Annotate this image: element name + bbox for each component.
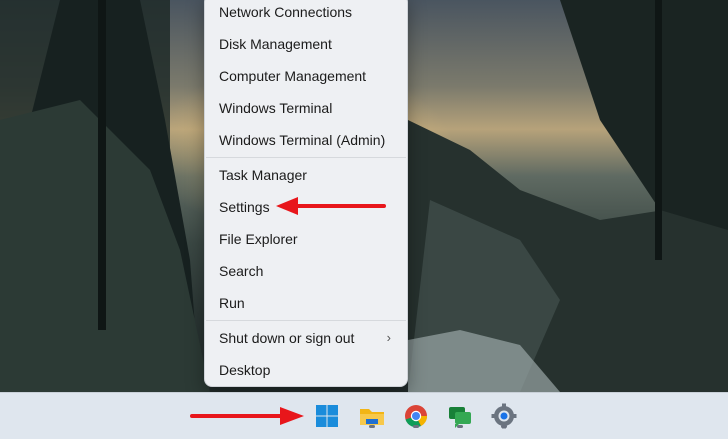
running-indicator xyxy=(457,425,463,428)
menu-item-desktop[interactable]: Desktop xyxy=(205,355,407,385)
chevron-right-icon: › xyxy=(386,330,391,345)
running-indicator xyxy=(413,425,419,428)
windows-logo-icon xyxy=(316,405,338,427)
menu-item-windows-terminal[interactable]: Windows Terminal xyxy=(205,93,407,123)
menu-item-run[interactable]: Run xyxy=(205,288,407,318)
annotation-arrow-settings xyxy=(276,197,386,215)
menu-separator xyxy=(206,320,406,321)
menu-item-shut-down-or-sign-out[interactable]: Shut down or sign out › xyxy=(205,323,407,353)
running-indicator xyxy=(501,425,507,428)
menu-item-disk-management[interactable]: Disk Management xyxy=(205,29,407,59)
start-button[interactable] xyxy=(312,401,342,431)
settings-taskbar-button[interactable] xyxy=(489,401,519,431)
menu-item-computer-management[interactable]: Computer Management xyxy=(205,61,407,91)
google-chat-taskbar-button[interactable] xyxy=(445,401,475,431)
menu-item-task-manager[interactable]: Task Manager xyxy=(205,160,407,190)
menu-separator xyxy=(206,157,406,158)
menu-item-network-connections[interactable]: Network Connections xyxy=(205,0,407,27)
winx-context-menu: Network Connections Disk Management Comp… xyxy=(204,0,408,387)
running-indicator xyxy=(369,425,375,428)
file-explorer-taskbar-button[interactable] xyxy=(357,401,387,431)
annotation-arrow-start xyxy=(190,407,304,425)
menu-item-label: Shut down or sign out xyxy=(219,330,355,346)
taskbar xyxy=(0,392,728,439)
menu-item-windows-terminal-admin[interactable]: Windows Terminal (Admin) xyxy=(205,125,407,155)
chrome-taskbar-button[interactable] xyxy=(401,401,431,431)
menu-item-search[interactable]: Search xyxy=(205,256,407,286)
menu-item-file-explorer[interactable]: File Explorer xyxy=(205,224,407,254)
